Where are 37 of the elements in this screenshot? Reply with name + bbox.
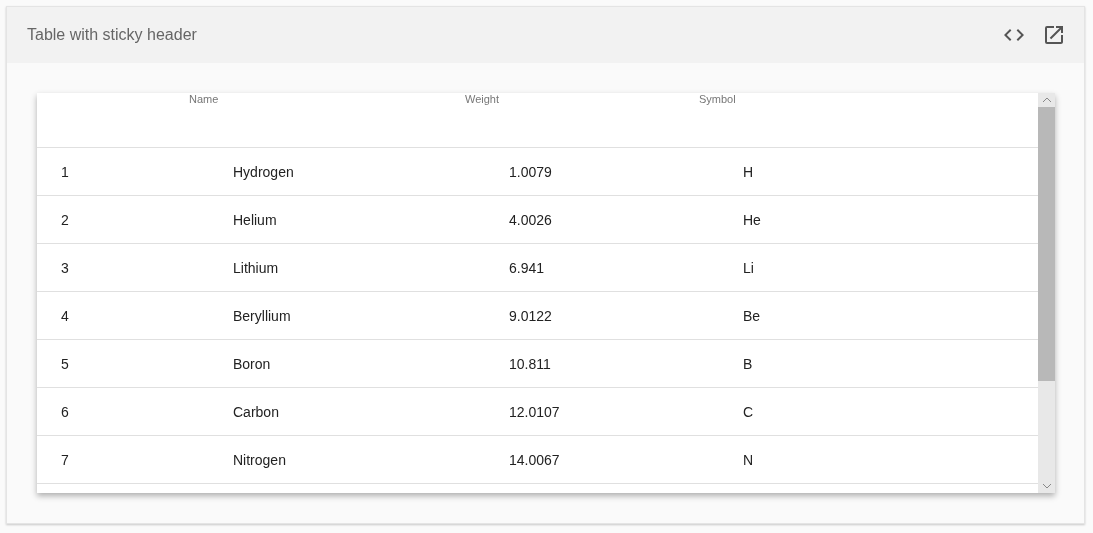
table-cell-text: 9.0122	[509, 307, 553, 324]
column-header: Weight	[465, 93, 501, 105]
scrollbar-thumb[interactable]	[1038, 107, 1055, 381]
table-cell-text: 12.0107	[509, 403, 561, 420]
table-cell-text: Boron	[233, 355, 272, 372]
table-cell: Li	[743, 259, 754, 276]
table-cell-text: 4	[60, 307, 70, 324]
table-cell-text: 1	[60, 163, 70, 180]
table-cell-text: 3	[60, 259, 70, 276]
table-cell: H	[743, 163, 754, 180]
open-in-new-icon[interactable]	[1042, 23, 1066, 47]
table-cell: C	[743, 403, 754, 420]
table-cell-text: Hydrogen	[233, 163, 295, 180]
table-cell-text: Lithium	[233, 259, 280, 276]
table-cell-text: 7	[60, 451, 70, 468]
table-cell-text: 10.811	[509, 355, 552, 372]
scroll-up-icon[interactable]	[1041, 97, 1052, 103]
table-cell: N	[743, 451, 754, 468]
table-cell-text: 2	[60, 211, 70, 228]
column-header: Symbol	[699, 93, 736, 105]
table-cell-text: 4.0026	[509, 211, 553, 228]
column-header: Name	[189, 93, 220, 105]
table-cell-text: Carbon	[233, 403, 280, 420]
table-cell: He	[743, 211, 761, 228]
table-cell-text: Beryllium	[233, 307, 292, 324]
table-cell-text: Nitrogen	[233, 451, 287, 468]
table-cell-text: 1.0079	[509, 163, 553, 180]
table-cell: B	[743, 355, 753, 372]
table-cell-text: 6	[60, 403, 70, 420]
table-cell-text: 14.0067	[509, 451, 561, 468]
table-cell-text: 5	[60, 355, 70, 372]
table-cell: Be	[743, 307, 761, 324]
table-cell-text: Helium	[233, 211, 278, 228]
table-cell-text: 6.941	[509, 259, 546, 276]
scroll-down-icon[interactable]	[1041, 483, 1052, 489]
card-title: Table with sticky header	[27, 26, 197, 44]
scrollbar[interactable]	[1038, 93, 1055, 493]
